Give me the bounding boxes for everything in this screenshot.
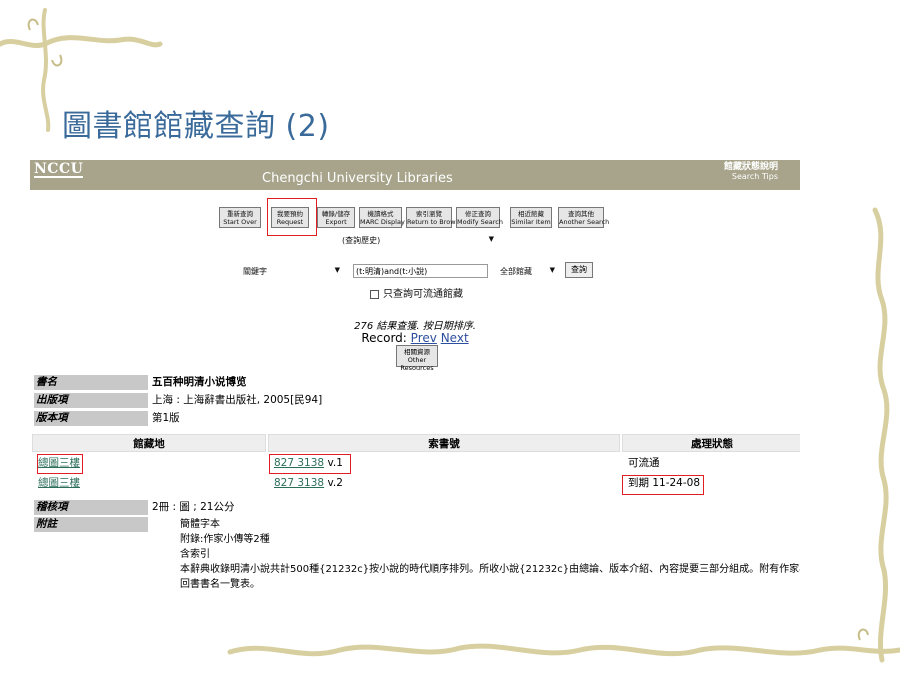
bib-title-row: 書名 五百种明清小说博览: [32, 375, 800, 391]
button-en-label: MARC Display: [360, 218, 405, 226]
tips-en-label: Search Tips: [731, 172, 778, 181]
publication-value: 上海 : 上海辭書出版社, 2005[民94]: [152, 394, 323, 406]
chevron-down-icon: ▼: [488, 235, 494, 243]
status-cell: 可流通: [628, 457, 660, 469]
button-en-label: Similar Item: [511, 218, 551, 226]
button-zh-label: 查詢其他: [568, 210, 594, 218]
note-line: 本辭典收錄明清小說共計500種{21232c}按小說的時代順序排列。所收小說{2…: [180, 564, 800, 575]
due-date-highlight-box: [622, 475, 704, 495]
button-en-label: Other Resources: [400, 356, 434, 372]
search-history-select[interactable]: (查詢歷史) ▼: [342, 235, 494, 247]
button-zh-label: 相近館藏: [518, 210, 544, 218]
table-row: 總圖三樓 827 3138 v.1 可流通: [32, 454, 800, 473]
next-link[interactable]: Next: [441, 331, 469, 345]
description-value: 2冊 : 圖 ; 21公分: [152, 501, 235, 513]
slide-title: 圖書館館藏查詢 (2): [62, 109, 330, 144]
other-resources-button[interactable]: 相關資源 Other Resources: [396, 345, 438, 372]
chevron-down-icon: ▼: [334, 266, 340, 274]
button-en-label: Start Over: [223, 218, 257, 226]
button-en-label: Export: [325, 218, 347, 226]
chevron-down-icon: ▼: [549, 266, 555, 274]
callno-link[interactable]: 827 3138: [274, 477, 324, 489]
scope-select-value: 全部館藏: [500, 267, 532, 276]
field-label: 書名: [34, 375, 148, 390]
marc-display-button[interactable]: 機讀格式 MARC Display: [359, 207, 405, 228]
callno-highlight-box: [269, 454, 351, 474]
button-zh-label: 修正查詢: [465, 210, 491, 218]
location-highlight-box: [37, 454, 83, 474]
field-label: 出版項: [34, 393, 148, 408]
note-line: 簡體字本: [180, 519, 220, 530]
checkbox-label: 只查詢可流通館藏: [383, 289, 463, 300]
column-header: 館藏地: [32, 434, 266, 452]
button-zh-label: 相關資源: [404, 348, 430, 356]
search-tips-link[interactable]: 館藏狀態說明 Search Tips: [723, 162, 778, 182]
prev-link[interactable]: Prev: [411, 331, 437, 345]
search-input[interactable]: (t:明清)and(t:小說): [353, 264, 488, 278]
location-link[interactable]: 總圖三樓: [38, 477, 80, 489]
note-line: 附錄:作家小傳等2種: [180, 534, 270, 545]
location-cell: 總圖三樓: [32, 474, 266, 492]
field-label: 稽核項: [34, 500, 148, 515]
holdings-header-row: 館藏地 索書號 處理狀態: [32, 434, 800, 453]
bib-description-row: 稽核項 2冊 : 圖 ; 21公分: [32, 500, 800, 516]
record-navigation: Record: Prev Next: [30, 331, 800, 345]
search-submit-button[interactable]: 查詢: [565, 262, 593, 278]
button-zh-label: 機讀格式: [367, 210, 394, 218]
callno-cell: 827 3138 v.2: [268, 474, 620, 492]
scope-select[interactable]: 全部館藏 ▼: [500, 266, 555, 278]
tips-zh-label: 館藏狀態說明: [723, 162, 778, 172]
button-zh-label: 重新查詢: [227, 210, 253, 218]
bib-edition-row: 版本項 第1版: [32, 411, 800, 427]
note-line: 回書書名一覽表。: [180, 579, 260, 590]
start-over-button[interactable]: 重新查詢 Start Over: [219, 207, 261, 228]
button-zh-label: 轉錄/儲存: [321, 210, 351, 218]
button-en-label: Return to Browse: [407, 218, 463, 226]
volume-label: v.2: [327, 477, 343, 489]
record-label: Record:: [361, 331, 407, 345]
button-en-label: Another Search: [559, 218, 610, 226]
nccu-logo[interactable]: NCCU: [34, 162, 84, 178]
available-only-checkbox[interactable]: 只查詢可流通館藏: [370, 285, 463, 300]
library-catalog-screenshot: NCCU Chengchi University Libraries 館藏狀態說…: [30, 160, 800, 594]
notes-list: 簡體字本 附錄:作家小傳等2種 含索引 本辭典收錄明清小說共計500種{2123…: [180, 517, 800, 592]
another-search-button[interactable]: 查詢其他 Another Search: [558, 207, 610, 228]
note-line: 含索引: [180, 549, 210, 560]
request-highlight-box: [267, 198, 317, 236]
field-label: 附註: [34, 517, 148, 532]
similar-item-button[interactable]: 相近館藏 Similar Item: [510, 207, 552, 228]
bib-publication-row: 出版項 上海 : 上海辭書出版社, 2005[民94]: [32, 393, 800, 409]
field-select-value: 關鍵字: [243, 267, 267, 276]
field-label: 版本項: [34, 411, 148, 426]
header-bar: NCCU Chengchi University Libraries 館藏狀態說…: [30, 160, 800, 190]
history-select-value: (查詢歷史): [342, 236, 381, 245]
edition-value: 第1版: [152, 412, 180, 424]
book-title: 五百种明清小说博览: [152, 376, 247, 388]
button-en-label: Modify Search: [457, 218, 503, 226]
button-zh-label: 索引瀏覽: [416, 210, 442, 218]
checkbox-square[interactable]: [370, 289, 379, 299]
column-header: 處理狀態: [622, 434, 800, 452]
site-title: Chengchi University Libraries: [262, 171, 453, 186]
search-field-select[interactable]: 關鍵字 ▼: [243, 266, 340, 278]
result-count: 276 結果查獲. 按日期排序.: [354, 321, 476, 332]
return-to-browse-button[interactable]: 索引瀏覽 Return to Browse: [406, 207, 463, 228]
column-header: 索書號: [268, 434, 620, 452]
export-button[interactable]: 轉錄/儲存 Export: [317, 207, 355, 228]
modify-search-button[interactable]: 修正查詢 Modify Search: [456, 207, 503, 228]
